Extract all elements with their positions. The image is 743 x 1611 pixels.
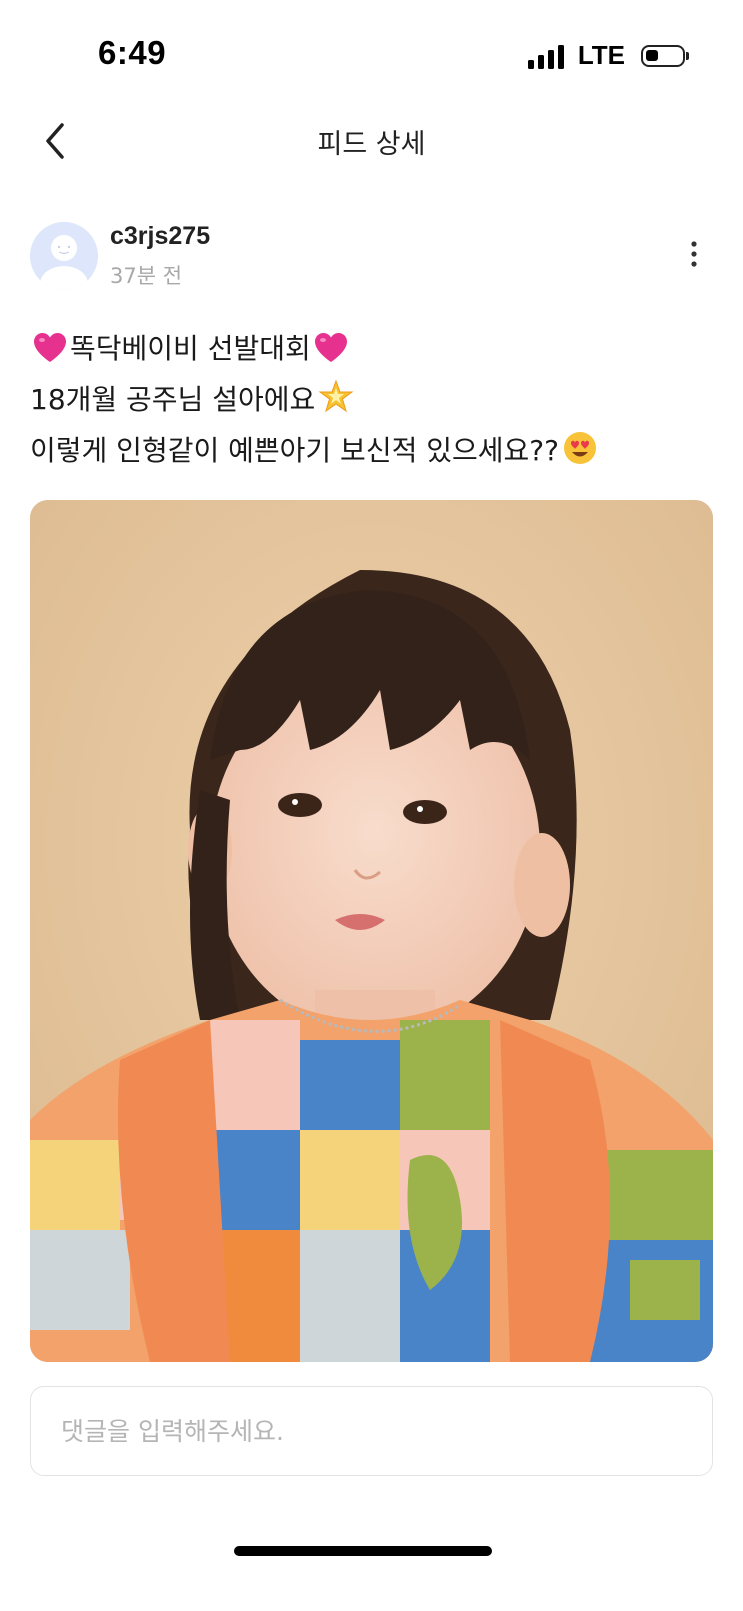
nav-bar: 피드 상세 bbox=[0, 110, 743, 172]
battery-level-fill bbox=[646, 49, 658, 61]
network-type-label: LTE bbox=[577, 40, 625, 70]
comment-box bbox=[30, 1386, 713, 1476]
page-title: 피드 상세 bbox=[317, 129, 426, 160]
glowing-star-icon bbox=[318, 379, 354, 428]
status-time: 6:49 bbox=[98, 34, 167, 71]
cellular-signal-icon bbox=[527, 43, 564, 69]
post-line-3: 이렇게 인형같이 예쁜아기 보신적 있으세요?? bbox=[30, 428, 713, 479]
pink-heart-icon bbox=[314, 332, 348, 377]
post-header: c3rjs275 37분 전 bbox=[30, 222, 713, 292]
post-line-1-text: 똑닥베이비 선발대회 bbox=[70, 332, 311, 365]
author-avatar[interactable] bbox=[30, 222, 98, 290]
baby-portrait-photo bbox=[30, 500, 713, 1362]
post-timestamp: 37분 전 bbox=[110, 264, 183, 288]
status-bar: 6:49 LTE bbox=[0, 0, 743, 110]
default-avatar-icon bbox=[40, 235, 88, 290]
post-line-2: 18개월 공주님 설아에요 bbox=[30, 377, 713, 428]
author-username[interactable]: c3rjs275 bbox=[110, 222, 210, 251]
heart-eyes-face-icon bbox=[562, 430, 598, 479]
home-indicator[interactable] bbox=[234, 1546, 492, 1556]
post-photo[interactable] bbox=[30, 500, 713, 1362]
comment-input[interactable] bbox=[31, 1387, 712, 1475]
post-line-3-text: 이렇게 인형같이 예쁜아기 보신적 있으세요?? bbox=[30, 434, 560, 467]
battery-icon bbox=[641, 44, 689, 67]
vertical-dots-icon bbox=[691, 241, 697, 267]
pink-heart-icon bbox=[33, 332, 67, 377]
post-line-2-text: 18개월 공주님 설아에요 bbox=[30, 383, 316, 416]
post-line-1: 똑닥베이비 선발대회 bbox=[30, 326, 713, 377]
status-icons: LTE bbox=[527, 40, 689, 71]
more-options-button[interactable] bbox=[679, 234, 709, 274]
post-text: 똑닥베이비 선발대회 18개월 공주님 설아에요 이렇게 인형같이 예쁜아기 보… bbox=[30, 326, 713, 479]
